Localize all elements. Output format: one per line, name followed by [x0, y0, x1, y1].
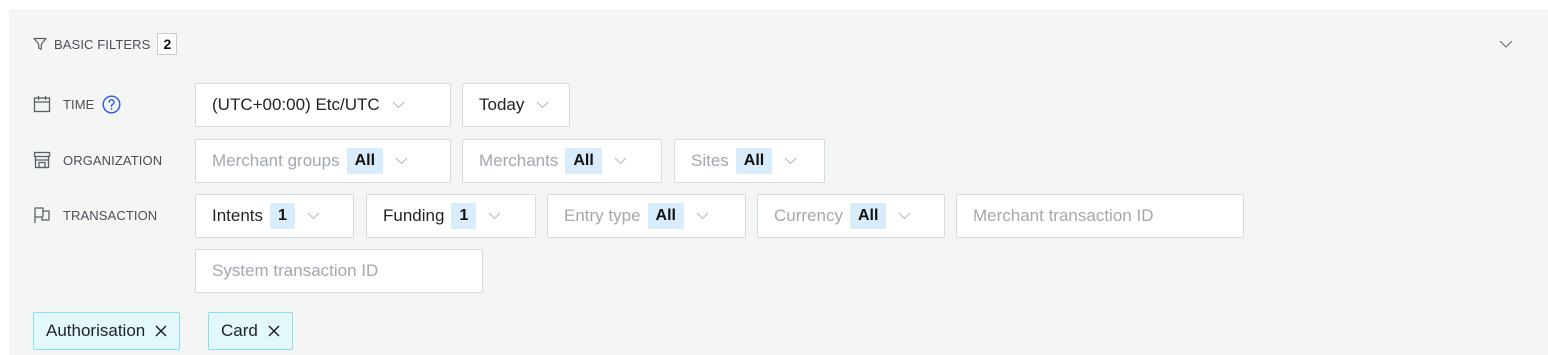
chevron-down-icon	[898, 212, 911, 220]
chip-label: Authorisation	[46, 321, 146, 340]
chevron-down-icon	[614, 157, 627, 165]
sites-label: Sites	[691, 151, 729, 170]
chevron-down-icon	[784, 157, 797, 165]
active-filter-chip[interactable]: Card	[208, 312, 293, 350]
currency-select[interactable]: Currency All	[757, 194, 945, 238]
date-range-value: Today	[479, 95, 525, 114]
filters-count-badge: 2	[157, 33, 178, 55]
organization-label: ORGANIZATION	[63, 152, 163, 168]
chevron-down-icon	[536, 101, 549, 109]
currency-value-badge: All	[849, 203, 887, 229]
calendar-icon	[33, 95, 51, 113]
entry-type-value-badge: All	[647, 203, 684, 229]
system-transaction-id-input[interactable]	[195, 249, 483, 293]
currency-label: Currency	[774, 206, 843, 225]
intents-select[interactable]: Intents 1	[195, 194, 354, 238]
entry-type-label: Entry type	[564, 206, 641, 225]
merchants-select[interactable]: Merchants All	[462, 139, 662, 183]
transaction-row-label: TRANSACTION	[33, 203, 157, 227]
filter-icon	[33, 37, 47, 51]
chevron-down-icon[interactable]	[1499, 36, 1513, 54]
organization-row-label: ORGANIZATION	[33, 148, 162, 172]
help-circle-icon[interactable]	[102, 94, 121, 114]
sites-select[interactable]: Sites All	[674, 139, 825, 183]
merchant-groups-value-badge: All	[346, 148, 384, 174]
active-filter-chip[interactable]: Authorisation	[33, 312, 181, 350]
date-range-select[interactable]: Today	[462, 83, 570, 127]
merchant-groups-select[interactable]: Merchant groups All	[195, 139, 451, 183]
funding-value-badge: 1	[451, 203, 477, 229]
chevron-down-icon	[488, 212, 501, 220]
merchants-value-badge: All	[565, 148, 602, 174]
funding-label: Funding	[383, 206, 445, 225]
close-icon[interactable]	[155, 325, 167, 337]
timezone-select[interactable]: (UTC+00:00) Etc/UTC	[195, 83, 451, 127]
merchant-groups-label: Merchant groups	[212, 151, 340, 170]
store-icon	[33, 151, 51, 169]
chip-label: Card	[221, 321, 258, 340]
time-label: TIME	[63, 96, 95, 112]
merchant-transaction-id-input[interactable]	[956, 194, 1244, 238]
flag-icon	[33, 206, 51, 224]
chevron-down-icon	[395, 157, 408, 165]
chevron-down-icon	[307, 212, 320, 220]
filters-header[interactable]: BASIC FILTERS 2	[33, 32, 178, 56]
close-icon[interactable]	[268, 325, 280, 337]
timezone-value: (UTC+00:00) Etc/UTC	[212, 95, 380, 114]
chevron-down-icon	[392, 101, 405, 109]
filters-title: BASIC FILTERS	[54, 36, 151, 52]
intents-label: Intents	[212, 206, 264, 225]
chevron-down-icon	[696, 212, 709, 220]
sites-value-badge: All	[735, 148, 773, 174]
entry-type-select[interactable]: Entry type All	[547, 194, 746, 238]
time-row-label: TIME	[33, 92, 121, 116]
transaction-label: TRANSACTION	[63, 207, 158, 223]
intents-value-badge: 1	[270, 203, 295, 229]
basic-filters-panel: BASIC FILTERS 2 TIME (UTC+00:00) Etc/UTC…	[9, 9, 1548, 355]
funding-select[interactable]: Funding 1	[366, 194, 536, 238]
merchants-label: Merchants	[479, 151, 559, 170]
